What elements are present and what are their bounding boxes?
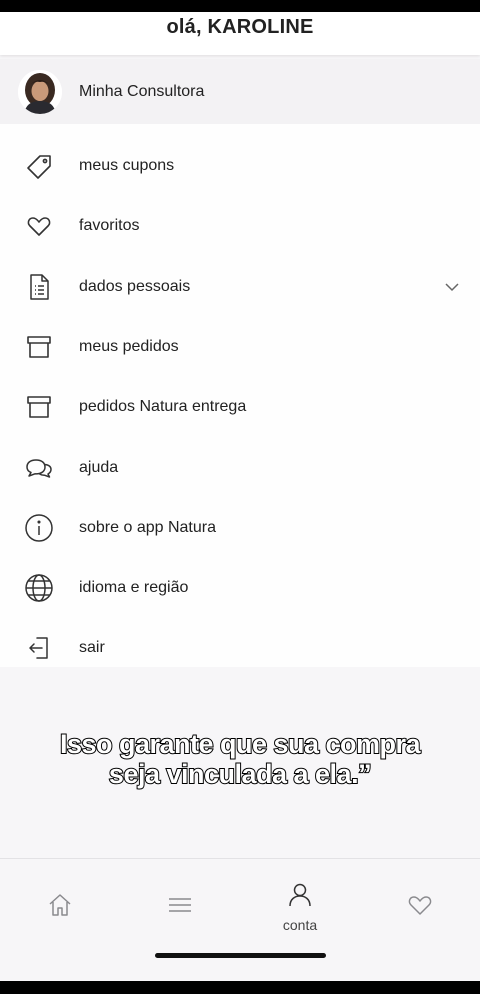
menu-item-personal-data[interactable]: dados pessoais [0,257,480,317]
heart-icon [22,209,56,243]
menu-item-label: meus cupons [79,157,175,174]
tab-label: conta [282,916,318,933]
user-icon [287,882,313,913]
heart-icon [407,892,433,923]
menu-item-logout[interactable]: sair [0,618,480,678]
box-icon [22,330,56,364]
tag-icon [22,149,56,183]
menu-item-help[interactable]: ajuda [0,438,480,498]
menu-item-label: dados pessoais [79,278,191,295]
consultant-label: Minha Consultora [79,82,205,100]
menu-item-label: favoritos [79,217,140,234]
tab-menu[interactable] [120,859,240,955]
document-list-icon [22,270,56,304]
menu-item-label: ajuda [79,459,119,476]
app-screen: olá, KAROLINE Minha Consultora meus cupo… [0,12,480,981]
top-header: olá, KAROLINE [0,12,480,55]
video-caption: Isso garante que sua compra seja vincula… [59,728,422,790]
globe-icon [22,571,56,605]
menu-item-natura-delivery-orders[interactable]: pedidos Natura entrega [0,377,480,437]
menu-item-orders[interactable]: meus pedidos [0,317,480,377]
chevron-down-icon[interactable] [442,277,462,297]
menu-icon [167,895,193,920]
menu-item-label: sair [79,639,105,656]
menu-item-favorites[interactable]: favoritos [0,196,480,256]
menu-item-coupons[interactable]: meus cupons [0,136,480,196]
account-menu: meus cupons favoritos dados pessoais meu… [0,124,480,667]
my-consultant-row[interactable]: Minha Consultora [0,59,480,124]
bottom-tab-bar: conta [0,858,480,981]
tab-home[interactable] [0,859,120,955]
menu-item-language-region[interactable]: idioma e região [0,558,480,618]
chat-bubbles-icon [22,451,56,485]
menu-item-about-app[interactable]: sobre o app Natura [0,498,480,558]
menu-item-label: pedidos Natura entrega [79,398,247,415]
greeting-title: olá, KAROLINE [166,16,314,38]
home-icon [47,892,73,923]
box-icon [22,390,56,424]
menu-item-label: sobre o app Natura [79,519,216,536]
tab-favorites[interactable] [360,859,480,955]
home-indicator[interactable] [155,953,326,958]
tab-account[interactable]: conta [240,859,360,955]
menu-item-label: idioma e região [79,579,189,596]
info-icon [22,511,56,545]
menu-item-label: meus pedidos [79,338,179,355]
consultant-avatar [18,69,62,114]
logout-icon [22,631,56,665]
